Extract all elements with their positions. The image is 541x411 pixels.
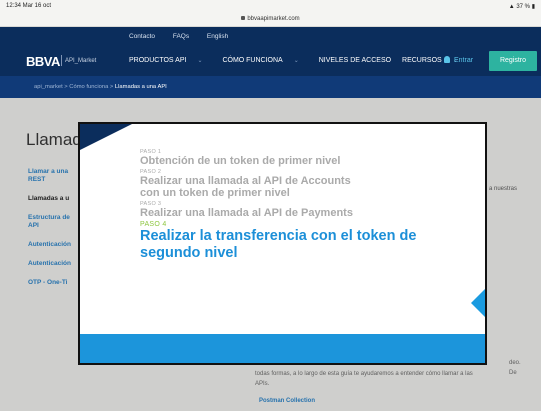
step-4-label: PASO 4 <box>140 221 167 228</box>
top-links: Contacto FAQs English <box>129 33 244 40</box>
battery-level: 37 % <box>516 4 531 10</box>
address-bar[interactable]: bbvaapimarket.com <box>0 12 541 27</box>
nav-productos-api[interactable]: PRODUCTOS API ⌄ <box>129 57 211 64</box>
breadcrumb-current: Llamadas a una API <box>114 84 167 90</box>
step-4-text: Realizar la transferencia con el token d… <box>140 228 417 261</box>
contact-link[interactable]: Contacto <box>129 33 155 40</box>
steps-modal: PASO 1 Obtención de un token de primer n… <box>78 122 487 365</box>
breadcrumb: api_market > Cómo funciona > Llamadas a … <box>0 76 541 98</box>
chevron-down-icon: ⌄ <box>197 58 203 64</box>
url-text: bbvaapimarket.com <box>247 16 300 22</box>
step-1-text: Obtención de un token de primer nivel <box>140 155 341 167</box>
status-time: 12:34 Mar 16 oct <box>6 3 52 9</box>
login-label: Entrar <box>454 57 474 64</box>
user-icon <box>444 56 450 63</box>
english-link[interactable]: English <box>207 33 228 40</box>
nav-niveles-acceso[interactable]: NIVELES DE ACCESO <box>319 57 391 64</box>
breadcrumb-como-funciona[interactable]: Cómo funciona <box>69 84 108 90</box>
step-3-text: Realizar una llamada al API de Payments <box>140 207 353 219</box>
logo-subtitle: API_Market <box>65 58 97 64</box>
chevron-down-icon: ⌄ <box>293 58 299 64</box>
steps-list: PASO 1 Obtención de un token de primer n… <box>140 149 440 264</box>
nav-como-funciona[interactable]: CÓMO FUNCIONA ⌄ <box>222 57 307 64</box>
login-link[interactable]: Entrar <box>444 56 473 64</box>
status-bar: 12:34 Mar 16 oct ▲ 37 % ▮ <box>0 0 541 12</box>
nav-label: PRODUCTOS API <box>129 57 187 64</box>
faqs-link[interactable]: FAQs <box>173 33 189 40</box>
breadcrumb-api-market[interactable]: api_market <box>34 84 63 90</box>
bbva-logo[interactable]: BBVA <box>26 54 60 69</box>
modal-footer-band <box>80 334 485 363</box>
decorative-arrow <box>471 289 485 317</box>
main-nav: PRODUCTOS API ⌄ CÓMO FUNCIONA ⌄ NIVELES DE… <box>129 57 476 64</box>
register-button[interactable]: Registro <box>489 51 537 71</box>
step-2-text: Realizar una llamada al API de Accounts … <box>140 175 351 199</box>
battery-indicator: ▲ 37 % ▮ <box>508 4 535 10</box>
nav-label: RECURSOS <box>402 57 442 64</box>
lock-icon <box>241 16 246 21</box>
logo-divider <box>61 55 62 66</box>
nav-label: CÓMO FUNCIONA <box>222 57 283 64</box>
decorative-triangle <box>80 124 132 150</box>
